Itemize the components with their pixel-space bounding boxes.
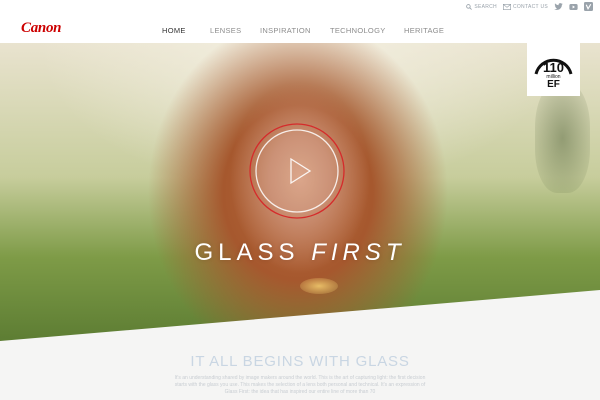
section-title: IT ALL BEGINS WITH GLASS bbox=[190, 353, 410, 370]
section-body: It's an understanding shared by image ma… bbox=[174, 375, 426, 395]
diagonal-divider bbox=[0, 290, 600, 400]
